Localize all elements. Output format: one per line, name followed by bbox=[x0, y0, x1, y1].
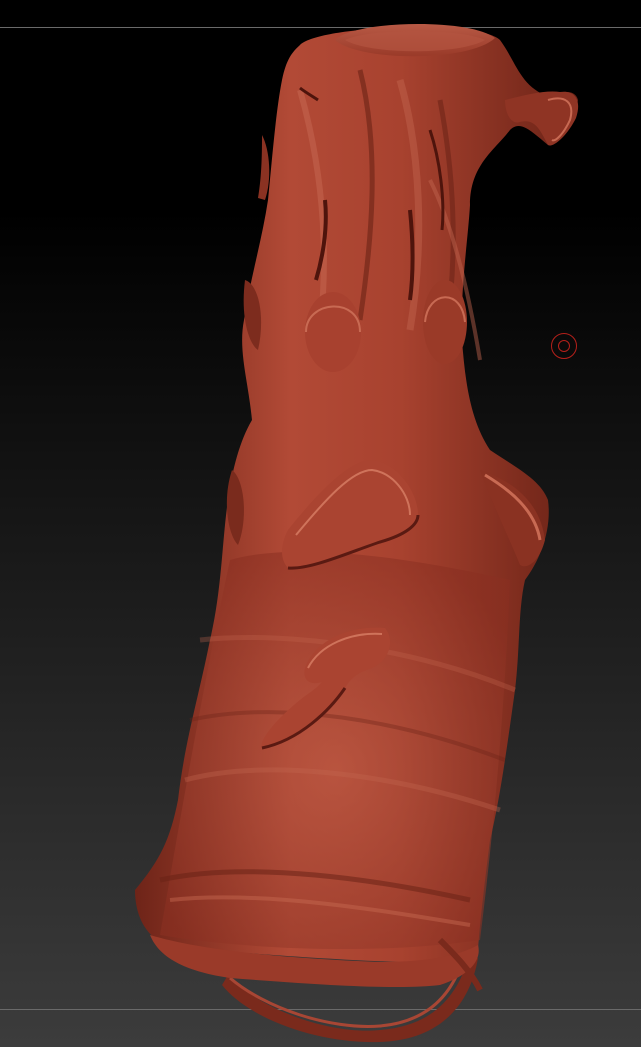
brush-cursor-icon[interactable] bbox=[551, 333, 577, 359]
sculpt-viewport[interactable] bbox=[0, 0, 641, 1047]
brush-cursor-inner-ring bbox=[558, 340, 570, 352]
mesh-body bbox=[135, 23, 579, 992]
sculpt-mesh-icon[interactable] bbox=[0, 0, 641, 1047]
